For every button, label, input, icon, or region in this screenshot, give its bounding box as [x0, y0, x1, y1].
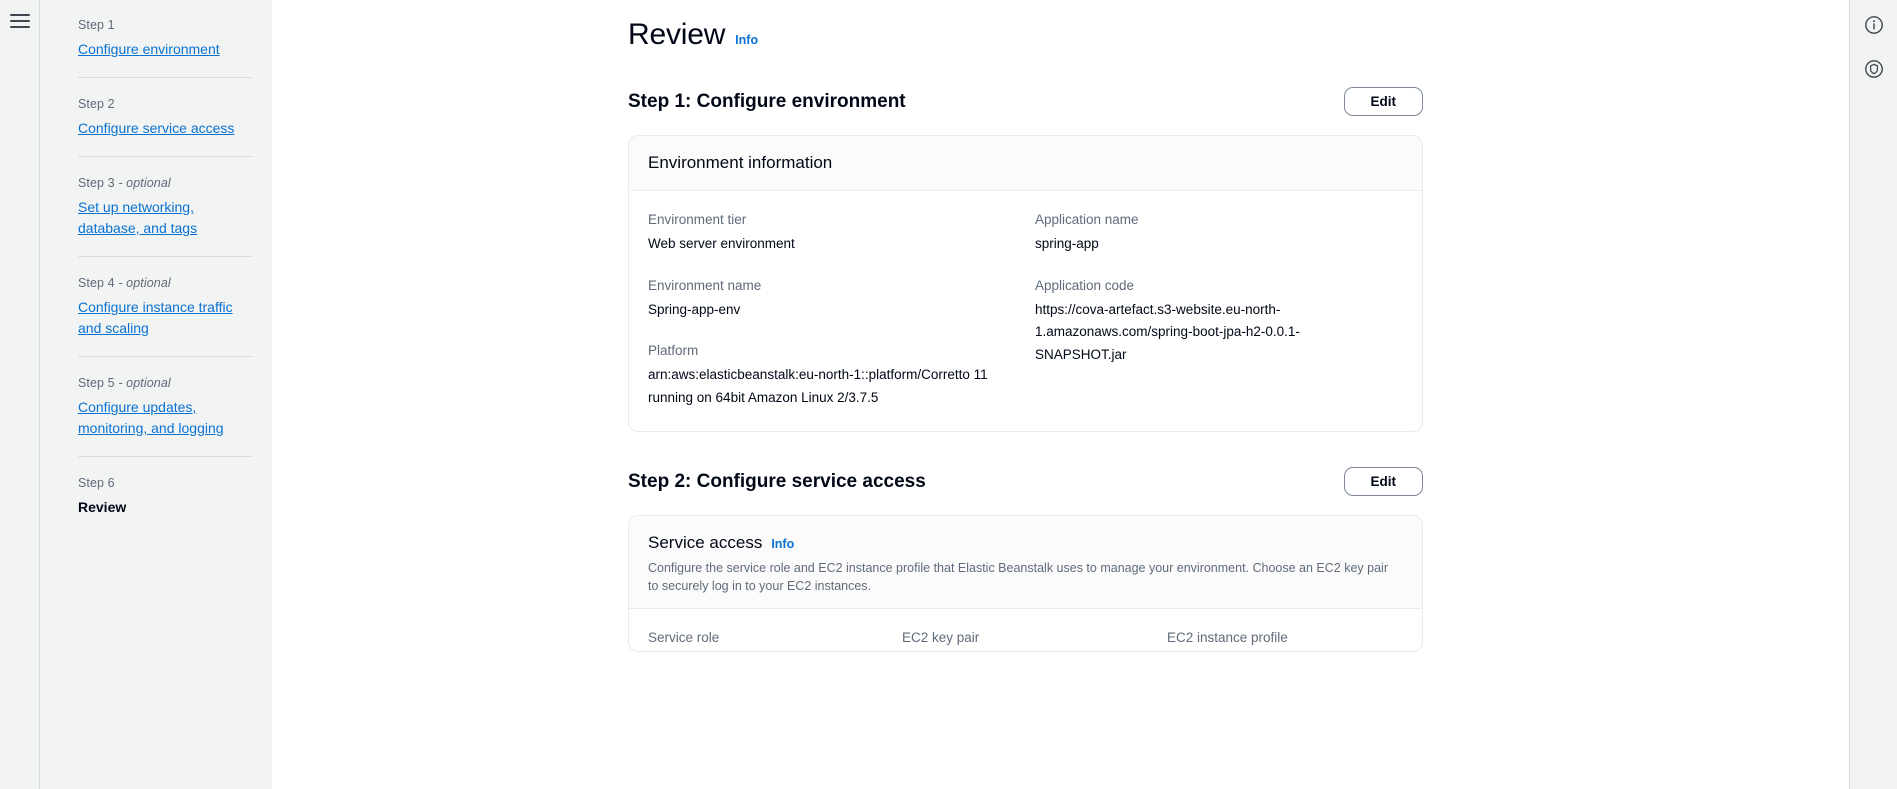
shield-circle-icon[interactable]	[1857, 52, 1891, 86]
field-label-platform: Platform	[648, 343, 699, 358]
sidebar-divider	[78, 456, 252, 457]
info-circle-icon[interactable]	[1857, 8, 1891, 42]
main-content: Review Info Step 1: Configure environmen…	[272, 0, 1849, 789]
environment-information-right-column: Application name spring-app Application …	[1035, 210, 1403, 409]
sidebar-step-6-number: Step 6	[78, 476, 115, 490]
field-label-ec2-key-pair: EC2 key pair	[902, 630, 980, 645]
field-label-environment-tier: Environment tier	[648, 212, 747, 227]
card-title-service-access: Service access	[648, 533, 763, 552]
card-body-service-access: Service role EC2 key pair EC2 instance p…	[629, 609, 1422, 651]
hamburger-menu-icon[interactable]	[9, 12, 30, 28]
sidebar-divider	[78, 156, 252, 157]
sidebar-item-setup-networking-database-tags[interactable]: Set up networking, database, and tags	[78, 197, 252, 239]
sidebar-step-2-number: Step 2	[78, 97, 115, 111]
sidebar-step-6-label: Step 6	[78, 474, 252, 492]
field-label-ec2-instance-profile: EC2 instance profile	[1167, 630, 1288, 645]
sidebar-step-3-number: Step 3	[78, 176, 115, 190]
step-navigation-sidebar: Step 1 Configure environment Step 2 Conf…	[40, 0, 272, 789]
environment-information-card: Environment information Environment tier…	[628, 135, 1423, 432]
page-title: Review	[628, 18, 726, 51]
sidebar-step-1: Step 1 Configure environment	[78, 16, 272, 60]
card-description-service-access: Configure the service role and EC2 insta…	[648, 561, 1388, 593]
field-application-code: Application code https://cova-artefact.s…	[1035, 276, 1403, 367]
section-header-step-2: Step 2: Configure service access Edit	[628, 467, 1423, 496]
sidebar-step-1-label: Step 1	[78, 16, 252, 34]
service-access-grid: Service role EC2 key pair EC2 instance p…	[648, 628, 1403, 651]
card-title-row-service-access: Service access Info	[648, 533, 1403, 553]
sidebar-step-3-optional: - optional	[114, 176, 171, 190]
field-platform: Platform arn:aws:elasticbeanstalk:eu-nor…	[648, 341, 1035, 409]
field-value-application-name: spring-app	[1035, 236, 1099, 251]
section-title-step-1: Step 1: Configure environment	[628, 90, 906, 112]
sidebar-step-4: Step 4 - optional Configure instance tra…	[78, 274, 272, 339]
page-header: Review Info	[628, 18, 1423, 52]
service-access-info-link[interactable]: Info	[771, 537, 794, 551]
sidebar-step-1-number: Step 1	[78, 18, 115, 32]
left-rail	[0, 0, 40, 789]
field-value-application-code: https://cova-artefact.s3-website.eu-nort…	[1035, 301, 1300, 362]
content-column: Review Info Step 1: Configure environmen…	[628, 18, 1423, 652]
edit-button-step-1[interactable]: Edit	[1343, 87, 1423, 116]
card-header-environment-information: Environment information	[629, 136, 1422, 191]
sidebar-step-5-label: Step 5 - optional	[78, 374, 252, 392]
page-info-link[interactable]: Info	[735, 33, 758, 47]
sidebar-step-4-optional: - optional	[114, 276, 171, 290]
environment-information-grid: Environment tier Web server environment …	[648, 210, 1403, 409]
field-value-environment-tier: Web server environment	[648, 236, 795, 251]
sidebar-step-6: Step 6 Review	[78, 474, 272, 518]
sidebar-step-5-number: Step 5	[78, 376, 115, 390]
section-title-step-2: Step 2: Configure service access	[628, 470, 926, 492]
field-value-platform: arn:aws:elasticbeanstalk:eu-north-1::pla…	[648, 367, 988, 405]
section-header-step-1: Step 1: Configure environment Edit	[628, 87, 1423, 116]
app-root: Step 1 Configure environment Step 2 Conf…	[0, 0, 1897, 789]
card-header-service-access: Service access Info Configure the servic…	[629, 516, 1422, 609]
sidebar-step-3: Step 3 - optional Set up networking, dat…	[78, 174, 272, 239]
sidebar-step-5: Step 5 - optional Configure updates, mon…	[78, 374, 272, 439]
field-application-name: Application name spring-app	[1035, 210, 1403, 256]
sidebar-item-configure-instance-traffic-scaling[interactable]: Configure instance traffic and scaling	[78, 297, 252, 339]
field-value-environment-name: Spring-app-env	[648, 301, 741, 317]
sidebar-step-4-label: Step 4 - optional	[78, 274, 252, 292]
sidebar-item-configure-service-access[interactable]: Configure service access	[78, 118, 234, 139]
card-body-environment-information: Environment tier Web server environment …	[629, 191, 1422, 431]
sidebar-item-review: Review	[78, 499, 127, 515]
field-label-application-code: Application code	[1035, 277, 1135, 293]
sidebar-item-configure-environment[interactable]: Configure environment	[78, 39, 220, 60]
sidebar-divider	[78, 256, 252, 257]
sidebar-item-configure-updates-monitoring-logging[interactable]: Configure updates, monitoring, and loggi…	[78, 397, 252, 439]
field-label-service-role: Service role	[648, 630, 720, 645]
field-environment-tier: Environment tier Web server environment	[648, 210, 1035, 256]
edit-button-step-2[interactable]: Edit	[1343, 467, 1423, 496]
field-label-application-name: Application name	[1035, 212, 1139, 227]
sidebar-step-2-label: Step 2	[78, 95, 252, 113]
sidebar-step-5-optional: - optional	[114, 376, 171, 390]
sidebar-step-2: Step 2 Configure service access	[78, 95, 272, 139]
sidebar-step-4-number: Step 4	[78, 276, 115, 290]
right-rail	[1849, 0, 1897, 789]
field-environment-name: Environment name Spring-app-env	[648, 276, 1035, 322]
sidebar-divider	[78, 356, 252, 357]
field-label-environment-name: Environment name	[648, 277, 762, 293]
sidebar-step-3-label: Step 3 - optional	[78, 174, 252, 192]
service-access-card: Service access Info Configure the servic…	[628, 515, 1423, 652]
sidebar-divider	[78, 77, 252, 78]
card-title-environment-information: Environment information	[648, 153, 833, 172]
environment-information-left-column: Environment tier Web server environment …	[648, 210, 1035, 409]
